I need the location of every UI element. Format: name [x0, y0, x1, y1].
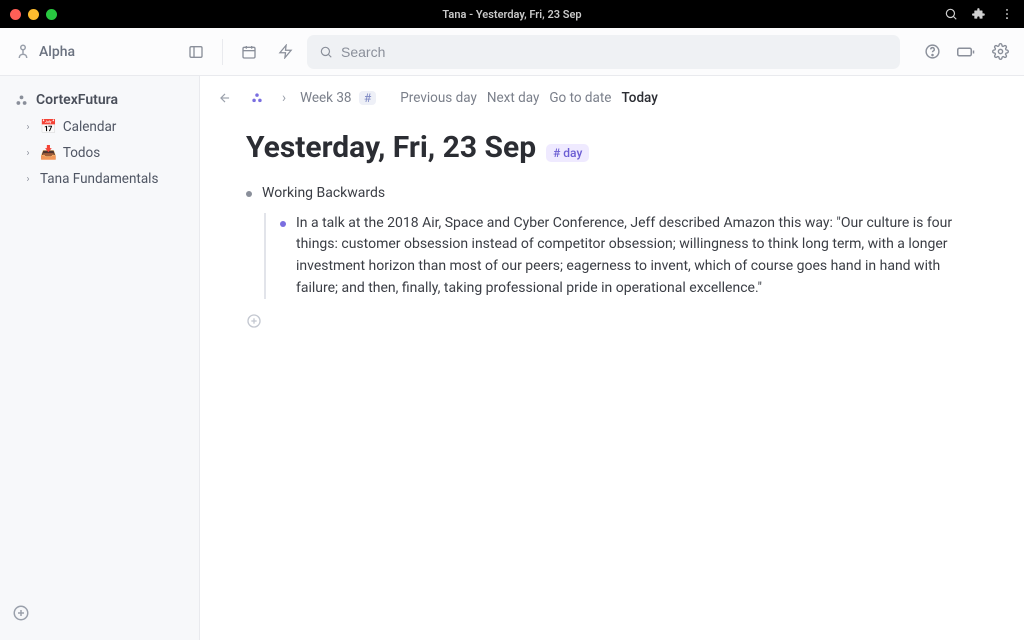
maximize-window-button[interactable] — [46, 9, 57, 20]
page-title-row: Yesterday, Fri, 23 Sep # day — [246, 130, 978, 165]
sidebar-item-todos[interactable]: › 📥 Todos — [6, 140, 193, 166]
sidebar-footer — [6, 598, 193, 632]
nav-back-button[interactable] — [214, 89, 236, 107]
sidebar-item-label: Calendar — [63, 119, 117, 135]
sidebar: CortexFutura › 📅 Calendar › 📥 Todos › Ta… — [0, 76, 200, 640]
bullet-icon[interactable] — [246, 191, 252, 197]
chevron-right-icon: › — [22, 148, 34, 159]
sidebar-item-label: Todos — [63, 145, 100, 161]
sidebar-item-fundamentals[interactable]: › Tana Fundamentals — [6, 166, 193, 192]
add-node-icon[interactable] — [246, 313, 262, 329]
zoom-icon[interactable] — [944, 7, 958, 21]
app-chrome: Alpha — [0, 28, 1024, 640]
nav-go-to-date[interactable]: Go to date — [549, 90, 611, 106]
search-input[interactable] — [341, 44, 888, 60]
node[interactable]: In a talk at the 2018 Air, Space and Cyb… — [280, 213, 978, 300]
brand-logo-icon — [14, 43, 32, 61]
bullet-icon[interactable] — [280, 221, 286, 227]
chevron-right-icon: › — [22, 122, 34, 133]
node-text[interactable]: In a talk at the 2018 Air, Space and Cyb… — [296, 213, 978, 300]
sidebar-item-label: Tana Fundamentals — [40, 171, 158, 187]
tag-chip-day[interactable]: # day — [546, 144, 589, 162]
sidebar-item-emoji: 📥 — [40, 145, 57, 161]
workspace-name: CortexFutura — [36, 92, 118, 108]
more-icon[interactable] — [1000, 7, 1014, 21]
nav-previous-day[interactable]: Previous day — [400, 90, 477, 106]
hash-chip: # — [359, 91, 376, 105]
calendar-icon[interactable] — [235, 38, 263, 66]
breadcrumb-separator-icon: › — [278, 88, 290, 108]
toolbar-right — [918, 38, 1014, 66]
breadcrumb-week[interactable]: Week 38 # — [300, 90, 376, 106]
brand-name: Alpha — [39, 44, 75, 60]
add-circle-icon[interactable] — [12, 604, 30, 622]
app-body: CortexFutura › 📅 Calendar › 📥 Todos › Ta… — [0, 76, 1024, 640]
home-node-icon[interactable] — [246, 89, 268, 107]
window-title: Tana - Yesterday, Fri, 23 Sep — [0, 8, 1024, 21]
page-title[interactable]: Yesterday, Fri, 23 Sep — [246, 130, 536, 165]
titlebar-right — [944, 7, 1014, 21]
toolbar: Alpha — [0, 28, 1024, 76]
sidebar-item-emoji: 📅 — [40, 119, 57, 135]
search-bar[interactable] — [307, 35, 900, 69]
extensions-icon[interactable] — [972, 7, 986, 21]
window-controls — [10, 9, 57, 20]
battery-icon[interactable] — [952, 38, 980, 66]
settings-icon[interactable] — [986, 38, 1014, 66]
node[interactable]: Working Backwards — [246, 183, 978, 205]
search-icon — [319, 45, 333, 59]
workspace-icon — [14, 93, 29, 108]
navlinks: Previous day Next day Go to date Today — [400, 90, 658, 106]
workspace-brand[interactable]: Alpha — [14, 43, 174, 61]
chevron-right-icon: › — [22, 174, 34, 185]
lightning-icon[interactable] — [271, 38, 299, 66]
main-pane: › Week 38 # Previous day Next day Go to … — [200, 76, 1024, 640]
node-children: In a talk at the 2018 Air, Space and Cyb… — [264, 213, 978, 300]
workspace-row[interactable]: CortexFutura — [6, 86, 193, 114]
node-text[interactable]: Working Backwards — [262, 183, 385, 205]
toolbar-divider — [222, 39, 223, 65]
page-content: Yesterday, Fri, 23 Sep # day Working Bac… — [200, 114, 1024, 353]
titlebar: Tana - Yesterday, Fri, 23 Sep — [0, 0, 1024, 28]
sidebar-item-calendar[interactable]: › 📅 Calendar — [6, 114, 193, 140]
nav-next-day[interactable]: Next day — [487, 90, 540, 106]
nav-today[interactable]: Today — [621, 90, 657, 106]
help-icon[interactable] — [918, 38, 946, 66]
close-window-button[interactable] — [10, 9, 21, 20]
add-node-row — [246, 313, 978, 333]
app-window: Tana - Yesterday, Fri, 23 Sep Alpha — [0, 0, 1024, 640]
breadcrumbs: › Week 38 # Previous day Next day Go to … — [200, 76, 1024, 114]
panel-toggle-icon[interactable] — [182, 38, 210, 66]
minimize-window-button[interactable] — [28, 9, 39, 20]
